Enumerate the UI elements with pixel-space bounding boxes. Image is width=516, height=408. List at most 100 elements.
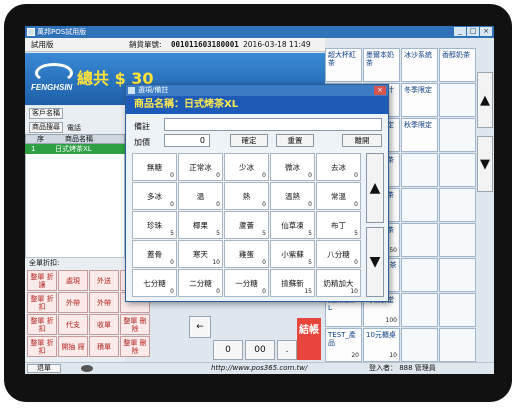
product-item[interactable]: [401, 328, 438, 362]
exit-button[interactable]: 退單: [27, 364, 61, 373]
minimize-button[interactable]: _: [454, 27, 466, 36]
row-name: 日式烤茶XL: [55, 145, 92, 153]
option-price: 0: [170, 201, 174, 208]
product-item[interactable]: [401, 258, 438, 292]
status-indicator-icon: [81, 365, 93, 372]
key-0[interactable]: 0: [213, 340, 243, 360]
product-item-name: 香醇奶茶: [442, 51, 470, 59]
scroll-up-icon[interactable]: ▲: [477, 72, 493, 128]
func-button-7[interactable]: 外帶: [89, 292, 119, 313]
key-dot[interactable]: .: [277, 340, 297, 360]
leave-button[interactable]: 離開: [342, 134, 382, 147]
pos-screen: 萬邦POS試用版 _ □ × 試用版 銷貨單號: 001011603180001…: [25, 26, 494, 374]
option-button[interactable]: 熱0: [224, 182, 269, 210]
option-button[interactable]: 溫0: [178, 182, 223, 210]
func-button-3[interactable]: 外送: [89, 270, 119, 291]
price-input[interactable]: 0: [164, 134, 210, 147]
product-item[interactable]: [401, 188, 438, 222]
option-button[interactable]: 二分糖 0: [178, 269, 223, 297]
scroll-down-icon[interactable]: ▼: [477, 136, 493, 192]
product-item[interactable]: 墨爾本奶茶: [363, 48, 400, 82]
option-button[interactable]: 雞蛋 0: [224, 240, 269, 268]
website-url[interactable]: http://www.pos365.com.tw/: [211, 363, 307, 374]
logo-swirl-icon: [35, 63, 73, 83]
product-item[interactable]: [439, 328, 476, 362]
option-button[interactable]: 珍珠 5: [132, 211, 177, 239]
product-item[interactable]: [439, 258, 476, 292]
product-item[interactable]: [439, 118, 476, 152]
datetime: 2016-03-18 11:49: [243, 40, 311, 49]
option-label: 八分糖: [327, 249, 350, 259]
option-button[interactable]: 寒天 10: [178, 240, 223, 268]
option-button[interactable]: 無糖 0: [132, 153, 177, 181]
product-search-button[interactable]: 商品搜尋: [29, 122, 63, 133]
option-button[interactable]: 小紫蘇 5: [270, 240, 315, 268]
row-no: 1: [31, 145, 36, 153]
func-button-6[interactable]: 外帶: [58, 292, 88, 313]
product-item[interactable]: TEST_產品 20: [325, 328, 362, 362]
option-button[interactable]: 椰果 5: [178, 211, 223, 239]
option-button[interactable]: 一分糖 0: [224, 269, 269, 297]
table-row[interactable]: 1 日式烤茶XL: [25, 144, 125, 154]
option-price: 0: [216, 201, 220, 208]
product-item[interactable]: 冰沙系統: [401, 48, 438, 82]
option-button[interactable]: 仙草凍 5: [270, 211, 315, 239]
func-button-5[interactable]: 整單 折扣: [27, 292, 57, 313]
option-button[interactable]: 八分糖 0: [316, 240, 361, 268]
option-button[interactable]: 蓋骨 0: [132, 240, 177, 268]
reset-button[interactable]: 重置: [276, 134, 314, 147]
func-button-13[interactable]: 整單 折扣: [27, 336, 57, 357]
product-item[interactable]: [439, 83, 476, 117]
option-button[interactable]: 多冰 0: [132, 182, 177, 210]
checkout-button[interactable]: 結帳: [297, 318, 321, 360]
product-item[interactable]: [401, 153, 438, 187]
product-item[interactable]: [401, 223, 438, 257]
func-button-9[interactable]: 整單 折扣: [27, 314, 57, 335]
maximize-button[interactable]: □: [467, 27, 479, 36]
key-00[interactable]: 00: [245, 340, 275, 360]
func-button-10[interactable]: 代支: [58, 314, 88, 335]
product-item[interactable]: 香醇奶茶: [439, 48, 476, 82]
product-item[interactable]: 秋季限定: [401, 118, 438, 152]
func-button-11[interactable]: 收單: [89, 314, 119, 335]
option-button[interactable]: 去冰 0: [316, 153, 361, 181]
option-scroll-down-icon[interactable]: ▼: [366, 227, 384, 297]
dialog-titlebar: 選項/備註 ×: [126, 85, 388, 96]
product-item[interactable]: [439, 188, 476, 222]
product-item[interactable]: [401, 293, 438, 327]
func-button-15[interactable]: 積單: [89, 336, 119, 357]
option-button[interactable]: 蘆薈 5: [224, 211, 269, 239]
func-button-1[interactable]: 整單 折讓: [27, 270, 57, 291]
func-button-2[interactable]: 處現: [58, 270, 88, 291]
window-titlebar: 萬邦POS試用版 _ □ ×: [25, 26, 494, 38]
note-input[interactable]: [164, 118, 382, 131]
product-item[interactable]: [439, 293, 476, 327]
option-button[interactable]: 奶精加大 10: [316, 269, 361, 297]
product-item[interactable]: [439, 153, 476, 187]
func-button-16[interactable]: 整單 刪除: [120, 336, 150, 357]
option-label: 多冰: [147, 191, 162, 201]
option-label: 溫熱: [285, 191, 300, 201]
backspace-key[interactable]: ←: [189, 316, 211, 338]
option-label: 雞蛋: [239, 249, 254, 259]
option-button[interactable]: 布丁 5: [316, 211, 361, 239]
confirm-button[interactable]: 確定: [230, 134, 268, 147]
option-scroll-up-icon[interactable]: ▲: [366, 153, 384, 223]
product-item[interactable]: [439, 223, 476, 257]
product-item[interactable]: 超大杯紅茶: [325, 48, 362, 82]
option-price: 5: [170, 230, 174, 237]
option-button[interactable]: 撿蘇新 15: [270, 269, 315, 297]
product-item[interactable]: 冬季限定: [401, 83, 438, 117]
dialog-close-icon[interactable]: ×: [374, 86, 386, 95]
option-button[interactable]: 常溫 0: [316, 182, 361, 210]
option-button[interactable]: 正常冰 0: [178, 153, 223, 181]
option-button[interactable]: 微冰 0: [270, 153, 315, 181]
option-button[interactable]: 溫熱 0: [270, 182, 315, 210]
customer-button[interactable]: 客戶名稱: [29, 108, 63, 119]
close-window-button[interactable]: ×: [480, 27, 492, 36]
option-button[interactable]: 七分糖 0: [132, 269, 177, 297]
option-button[interactable]: 少冰 0: [224, 153, 269, 181]
func-button-12[interactable]: 整單 刪除: [120, 314, 150, 335]
func-button-14[interactable]: 開抽 屜: [58, 336, 88, 357]
product-item[interactable]: 10元櫃桌 10: [363, 328, 400, 362]
